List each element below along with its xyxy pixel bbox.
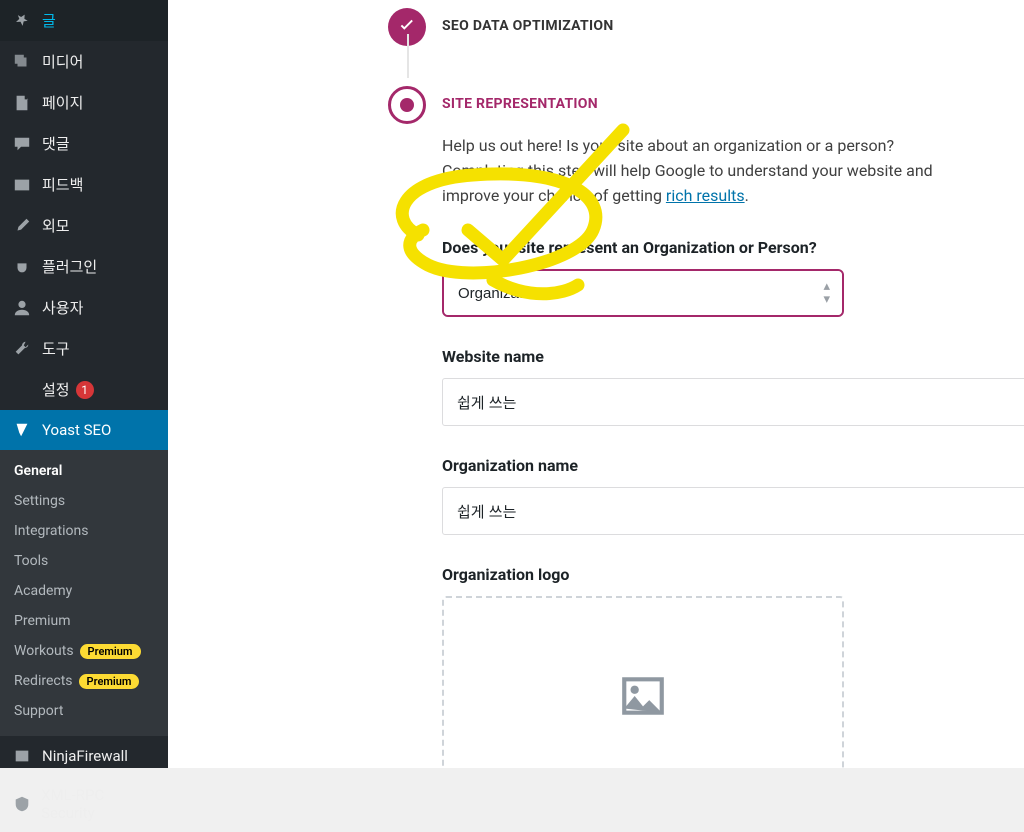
sidebar-item-users[interactable]: 사용자	[0, 287, 168, 328]
submenu-integrations[interactable]: Integrations	[0, 516, 168, 546]
submenu-academy[interactable]: Academy	[0, 576, 168, 606]
wrench-icon	[12, 339, 32, 359]
sidebar-label: 페이지	[42, 92, 83, 113]
org-or-person-select-wrap: Organization ▴▾	[442, 269, 844, 317]
sidebar-item-tools[interactable]: 도구	[0, 328, 168, 369]
field-org-logo: Organization logo Select image	[442, 565, 964, 768]
org-logo-dropzone[interactable]	[442, 596, 844, 768]
step-connector-line	[407, 34, 409, 78]
sidebar-label: 설정	[42, 379, 70, 400]
website-name-input[interactable]	[442, 378, 1024, 426]
sidebar-item-media[interactable]: 미디어	[0, 41, 168, 82]
main-content: SEO DATA OPTIMIZATION SITE REPRESENTATIO…	[168, 0, 1024, 768]
plug-icon	[12, 257, 32, 277]
org-or-person-label: Does your site represent an Organization…	[442, 238, 964, 257]
sidebar-label: XML-RPC Security	[41, 786, 156, 822]
sidebar-item-pages[interactable]: 페이지	[0, 82, 168, 123]
sidebar-item-posts[interactable]: 글	[0, 0, 168, 41]
sidebar-label: NinjaFirewall	[42, 747, 128, 765]
sidebar-item-appearance[interactable]: 외모	[0, 205, 168, 246]
comment-icon	[12, 134, 32, 154]
sidebar-label: Yoast SEO	[42, 421, 111, 439]
sidebar-item-comments[interactable]: 댓글	[0, 123, 168, 164]
rich-results-link[interactable]: rich results	[666, 186, 745, 205]
wp-admin-sidebar: 글 미디어 페이지 댓글 피드백 외모 플러그인 사용자	[0, 0, 168, 768]
media-icon	[12, 52, 32, 72]
sidebar-label: 사용자	[42, 297, 83, 318]
submenu-premium[interactable]: Premium	[0, 606, 168, 636]
user-icon	[12, 298, 32, 318]
field-org-or-person: Does your site represent an Organization…	[442, 238, 964, 317]
yoast-icon	[12, 420, 32, 440]
submenu-settings[interactable]: Settings	[0, 486, 168, 516]
yoast-submenu: General Settings Integrations Tools Acad…	[0, 450, 168, 736]
org-name-label: Organization name	[442, 456, 964, 475]
submenu-workouts[interactable]: WorkoutsPremium	[0, 636, 168, 666]
shield-icon	[12, 794, 31, 814]
field-org-name: Organization name	[442, 456, 964, 535]
select-caret-icon: ▴▾	[823, 280, 830, 306]
premium-badge: Premium	[80, 644, 141, 659]
step-seo-data: SEO DATA OPTIMIZATION	[388, 0, 964, 78]
pin-icon	[12, 11, 32, 31]
premium-badge: Premium	[79, 674, 140, 689]
step-description: Help us out here! Is your site about an …	[442, 134, 964, 208]
sidebar-label: 피드백	[42, 174, 83, 195]
sidebar-label: 미디어	[42, 51, 83, 72]
website-name-label: Website name	[442, 347, 964, 366]
feedback-icon	[12, 175, 32, 195]
org-logo-label: Organization logo	[442, 565, 964, 584]
sidebar-label: 글	[42, 10, 56, 31]
submenu-redirects[interactable]: RedirectsPremium	[0, 666, 168, 696]
step-bullet-current	[388, 86, 426, 124]
brush-icon	[12, 216, 32, 236]
sidebar-label: 외모	[42, 215, 70, 236]
firewall-icon	[12, 746, 32, 766]
sidebar-item-settings[interactable]: 설정 1	[0, 369, 168, 410]
settings-icon	[12, 380, 32, 400]
sidebar-item-plugins[interactable]: 플러그인	[0, 246, 168, 287]
sidebar-label: 댓글	[42, 133, 70, 154]
notification-badge: 1	[76, 381, 94, 399]
org-name-input[interactable]	[442, 487, 1024, 535]
sidebar-item-feedback[interactable]: 피드백	[0, 164, 168, 205]
image-placeholder-icon	[618, 671, 668, 721]
sidebar-label: 플러그인	[42, 256, 97, 277]
submenu-tools[interactable]: Tools	[0, 546, 168, 576]
page-icon	[12, 93, 32, 113]
step-site-representation: SITE REPRESENTATION Help us out here! Is…	[388, 78, 964, 768]
sidebar-item-xmlrpc[interactable]: XML-RPC Security	[0, 776, 168, 832]
sidebar-item-ninjafirewall[interactable]: NinjaFirewall	[0, 736, 168, 776]
sidebar-label: 도구	[42, 338, 70, 359]
submenu-support[interactable]: Support	[0, 696, 168, 726]
step-title: SITE REPRESENTATION	[442, 96, 964, 112]
org-or-person-select[interactable]: Organization	[444, 271, 842, 315]
field-website-name: Website name	[442, 347, 964, 426]
submenu-general[interactable]: General	[0, 456, 168, 486]
sidebar-item-yoast[interactable]: Yoast SEO	[0, 410, 168, 450]
step-title: SEO DATA OPTIMIZATION	[442, 18, 964, 34]
